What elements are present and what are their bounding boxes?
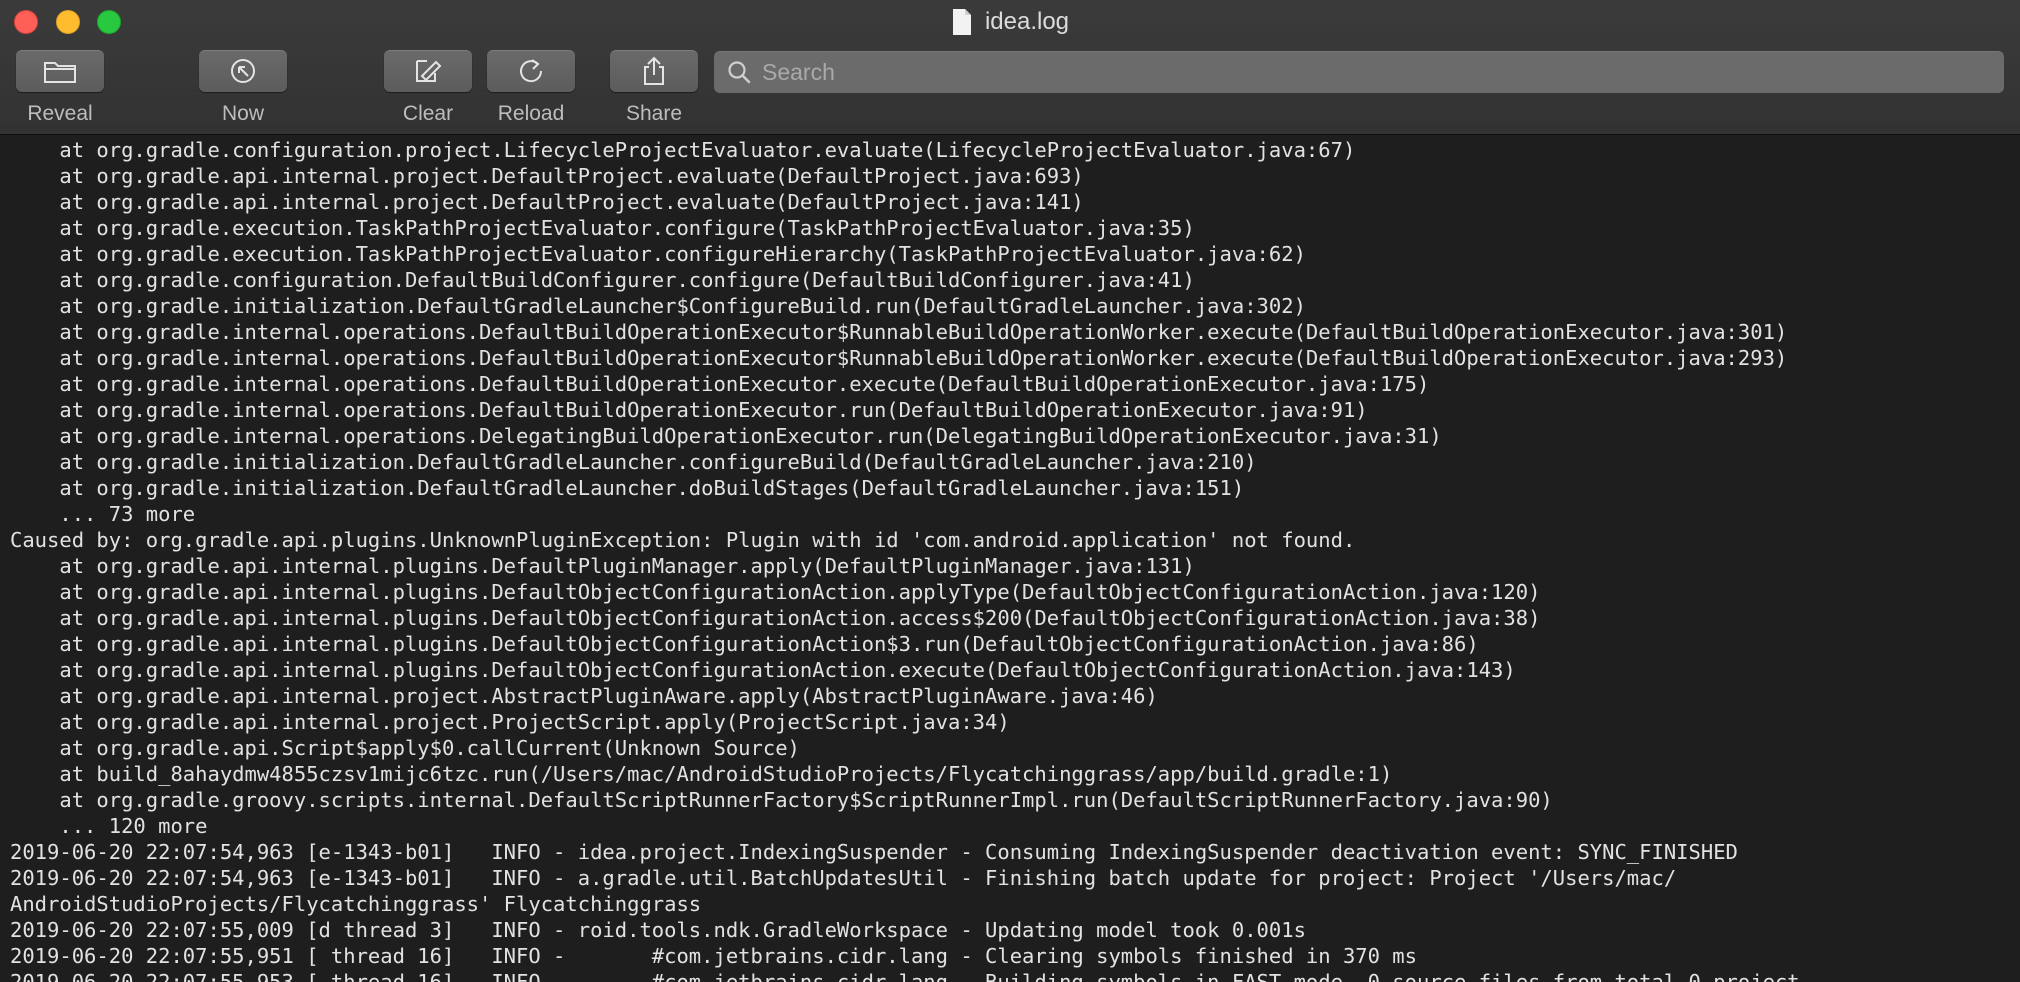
clear-button[interactable]: [384, 50, 472, 92]
log-line: at org.gradle.internal.operations.Defaul…: [10, 320, 1788, 344]
window-title: idea.log: [0, 6, 2020, 38]
log-line: at org.gradle.api.internal.project.Defau…: [10, 190, 1084, 214]
reveal-tool[interactable]: Reveal: [16, 50, 104, 126]
log-line: at org.gradle.api.internal.project.Proje…: [10, 710, 1010, 734]
log-line: at org.gradle.api.internal.project.Defau…: [10, 164, 1084, 188]
search-input[interactable]: [760, 53, 2004, 91]
clear-label: Clear: [402, 102, 454, 125]
log-line: at org.gradle.initialization.DefaultGrad…: [10, 476, 1245, 500]
reveal-button[interactable]: [16, 50, 104, 92]
log-line: at org.gradle.internal.operations.Defaul…: [10, 398, 1368, 422]
document-icon: [952, 9, 971, 35]
log-line: at org.gradle.internal.operations.Defaul…: [10, 346, 1788, 370]
log-content[interactable]: at org.gradle.configuration.project.Life…: [10, 137, 2015, 982]
log-line: at org.gradle.internal.operations.Defaul…: [10, 372, 1430, 396]
now-label: Now: [221, 102, 264, 125]
log-line: at org.gradle.initialization.DefaultGrad…: [10, 450, 1257, 474]
search-icon: [728, 61, 751, 84]
share-button[interactable]: [610, 50, 698, 92]
reload-label: Reload: [497, 102, 565, 125]
log-line: 2019-06-20 22:07:54,963 [e-1343-b01] INF…: [10, 840, 1738, 864]
reload-tool[interactable]: Reload: [487, 50, 575, 126]
log-line: at org.gradle.api.internal.plugins.Defau…: [10, 606, 1541, 630]
clear-tool[interactable]: Clear: [384, 50, 472, 126]
jump-to-now-icon: [231, 59, 255, 83]
clear-icon: [416, 60, 442, 82]
log-line: at org.gradle.api.internal.plugins.Defau…: [10, 554, 1195, 578]
log-line: at org.gradle.configuration.DefaultBuild…: [10, 268, 1195, 292]
share-label: Share: [625, 102, 683, 125]
log-line: 2019-06-20 22:07:55,009 [d thread 3] INF…: [10, 918, 1306, 942]
log-line: at org.gradle.internal.operations.Delega…: [10, 424, 1442, 448]
reveal-label: Reveal: [27, 102, 93, 125]
log-line: at org.gradle.execution.TaskPathProjectE…: [10, 216, 1195, 240]
log-line: at org.gradle.api.Script$apply$0.callCur…: [10, 736, 800, 760]
window-title-text: idea.log: [984, 8, 1070, 35]
log-line: at org.gradle.initialization.DefaultGrad…: [10, 294, 1306, 318]
toolbar-area: idea.log Reveal Now Clear Reload Share S…: [0, 0, 2020, 135]
now-button[interactable]: [199, 50, 287, 92]
log-line: at org.gradle.groovy.scripts.internal.De…: [10, 788, 1553, 812]
log-line: at org.gradle.api.internal.project.Abstr…: [10, 684, 1158, 708]
log-line: at org.gradle.api.internal.plugins.Defau…: [10, 658, 1516, 682]
log-line: at org.gradle.configuration.project.Life…: [10, 138, 1356, 162]
share-tool[interactable]: Share: [610, 50, 698, 126]
reload-button[interactable]: [487, 50, 575, 92]
log-line: 2019-06-20 22:07:54,963 [e-1343-b01] INF…: [10, 866, 1677, 890]
log-line: at build_8ahaydmw4855czsv1mijc6tzc.run(/…: [10, 762, 1393, 786]
folder-icon: [44, 62, 76, 83]
log-line: AndroidStudioProjects/Flycatchinggrass' …: [10, 892, 702, 916]
log-line: ... 120 more: [10, 814, 208, 838]
console-window: idea.log Reveal Now Clear Reload Share S…: [0, 0, 2020, 982]
log-line: at org.gradle.execution.TaskPathProjectE…: [10, 242, 1306, 266]
now-tool[interactable]: Now: [199, 50, 287, 126]
log-line: 2019-06-20 22:07:55,953 [ thread 16] INF…: [10, 970, 1800, 982]
search-box[interactable]: [714, 51, 2004, 93]
log-line: 2019-06-20 22:07:55,951 [ thread 16] INF…: [10, 944, 1417, 968]
log-line: Caused by: org.gradle.api.plugins.Unknow…: [10, 528, 1356, 552]
log-line: at org.gradle.api.internal.plugins.Defau…: [10, 632, 1479, 656]
reload-icon: [520, 59, 543, 83]
log-line: at org.gradle.api.internal.plugins.Defau…: [10, 580, 1541, 604]
share-icon: [644, 56, 664, 85]
log-line: ... 73 more: [10, 502, 196, 526]
